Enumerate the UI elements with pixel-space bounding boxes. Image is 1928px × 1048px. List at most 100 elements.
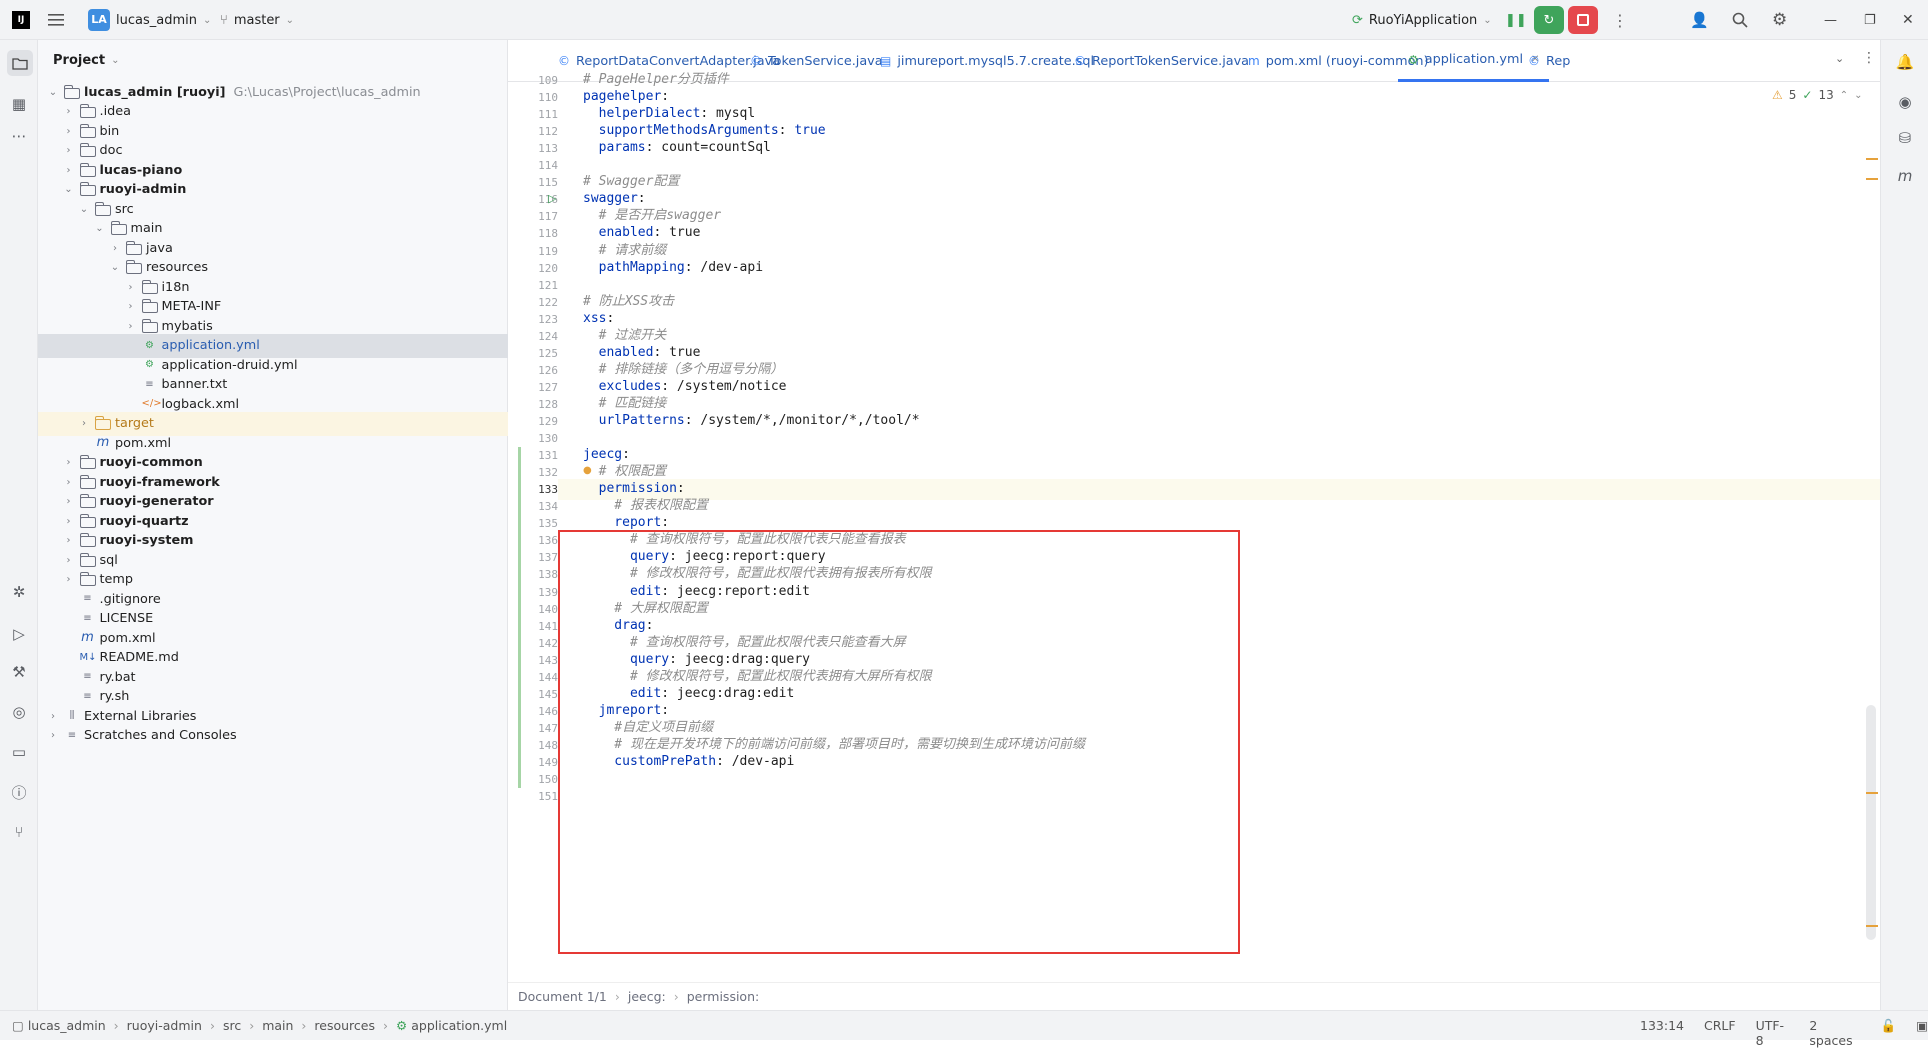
file-encoding[interactable]: UTF-8 [1756,1018,1790,1048]
settings-gear-icon[interactable]: ⚙ [1772,0,1787,40]
breadcrumb-permission[interactable]: permission: [687,989,759,1004]
path-crumb[interactable]: lucas_admin [28,1018,106,1033]
minimize-icon[interactable]: — [1824,0,1837,40]
chevron-right-icon[interactable]: › [62,516,76,527]
text-file-icon: ≡ [83,593,92,604]
project-panel-header[interactable]: Project ⌄ [38,40,508,80]
branch-switcher[interactable]: ⑂ master ⌄ [220,0,294,40]
path-crumb[interactable]: application.yml [411,1018,507,1033]
services-tool-icon[interactable]: ◎ [7,700,31,724]
search-icon[interactable] [1732,0,1748,40]
more-actions-icon[interactable]: ⋮ [1612,0,1628,40]
main-menu-icon[interactable] [48,0,64,40]
chevron-down-icon[interactable]: ⌄ [62,184,76,195]
tree-item-label: doc [99,143,123,158]
database-tool-icon[interactable]: ⛁ [1893,126,1917,150]
path-crumb[interactable]: main [262,1018,293,1033]
chevron-right-icon[interactable]: › [62,457,76,468]
notifications-icon[interactable]: 🔔 [1893,50,1917,74]
code-line[interactable]: urlPatterns: /system/*,/monitor/*,/tool/… [583,410,920,431]
chevron-down-icon[interactable]: ⌄ [93,223,107,234]
memory-indicator-icon[interactable]: ▣ [1916,1018,1928,1048]
markdown-file-icon: M↓ [79,651,97,663]
stop-button[interactable] [1568,0,1598,40]
git-tool-icon[interactable]: ⑂ [7,820,31,844]
scroll-marker [1866,158,1878,160]
line-number: 113 [538,142,558,156]
chevron-down-icon[interactable]: ⌄ [46,87,60,98]
debug-tool-icon[interactable]: ✲ [7,580,31,604]
add-user-icon[interactable]: 👤 [1690,0,1709,40]
file-type-icon: © [1074,54,1086,68]
line-number: 129 [538,415,558,428]
run-tool-icon[interactable]: ▷ [7,622,31,646]
path-crumb[interactable]: resources [314,1018,375,1033]
path-crumb[interactable]: ruoyi-admin [127,1018,202,1033]
chevron-down-icon[interactable]: ⌄ [77,204,91,215]
line-number: 109 [538,74,558,87]
run-gutter-icon[interactable]: ▷ [548,192,556,205]
tabs-dropdown-icon[interactable]: ⌄ [1835,52,1844,65]
intention-bulb-icon[interactable]: ● [583,465,592,476]
maximize-icon[interactable]: ❐ [1864,0,1876,40]
tabs-more-icon[interactable]: ⋮ [1862,50,1876,66]
caret-position[interactable]: 133:14 [1640,1018,1684,1048]
indent-setting[interactable]: 2 spaces [1809,1018,1860,1048]
tab-file[interactable]: © Rep [1518,40,1580,82]
chevron-right-icon[interactable]: › [62,126,76,137]
editor-scrollbar[interactable] [1866,705,1876,940]
vcs-change-marker[interactable] [518,447,521,789]
chevron-right-icon[interactable]: › [62,574,76,585]
code-token: : /system/notice [661,378,787,394]
close-window-icon[interactable]: ✕ [1902,0,1914,40]
debug-button[interactable]: ❚❚ [1505,0,1527,40]
breadcrumb-jeecg[interactable]: jeecg: [628,989,666,1004]
line-number: 136 [538,534,558,548]
project-switcher[interactable]: LA lucas_admin ⌄ [88,0,211,40]
path-crumb[interactable]: src [223,1018,241,1033]
maven-tool-icon[interactable]: m [1893,164,1917,188]
tree-item-label: i18n [161,279,190,295]
line-number: 127 [538,380,558,394]
highlight-box [558,530,1240,954]
chevron-right-icon[interactable]: › [46,730,60,741]
chevron-right-icon[interactable]: › [62,106,76,117]
chevron-right-icon[interactable]: › [124,301,138,312]
ai-assistant-icon[interactable]: ◉ [1893,90,1917,114]
chevron-right-icon[interactable]: › [46,711,60,722]
line-number: 123 [538,312,558,326]
tree-item[interactable]: › ≡ Scratches and Consoles [38,724,508,748]
chevron-right-icon[interactable]: › [62,145,76,156]
module-folder-icon [79,474,96,489]
tree-item-label: pom.xml [99,630,156,646]
lock-icon[interactable]: 🔓 [1881,1018,1897,1048]
run-config-selector[interactable]: ⟳ RuoYiApplication ⌄ [1352,0,1492,40]
tree-item-label: lucas_admin [ruoyi] [84,84,226,100]
navigation-bar: ▢ lucas_admin › ruoyi-admin › src › main › resour… [12,1018,507,1033]
line-ending[interactable]: CRLF [1704,1018,1736,1048]
chevron-right-icon[interactable]: › [62,535,76,546]
chevron-right-icon[interactable]: › [124,282,138,293]
build-tool-icon[interactable]: ⚒ [7,660,31,684]
chevron-right-icon[interactable]: › [124,321,138,332]
chevron-right-icon[interactable]: › [62,496,76,507]
project-tool-icon[interactable] [7,50,33,76]
terminal-tool-icon[interactable]: ▭ [7,740,31,764]
line-number: 112 [538,125,558,139]
code-line[interactable]: params: count=countSql [583,137,771,158]
inspection-widget[interactable]: ⚠ 5 ✓ 13 ⌃ ⌄ [1772,88,1863,102]
more-tools-icon[interactable]: ⋯ [7,124,31,148]
structure-tool-icon[interactable]: ▦ [7,92,31,116]
code-line[interactable]: pathMapping: /dev-api [583,257,763,278]
tab-file[interactable]: © ReportTokenService.java [1064,40,1259,82]
tree-item-label: README.md [99,650,179,665]
chevron-right-icon[interactable]: › [62,555,76,566]
chevron-right-icon[interactable]: › [77,418,91,429]
rerun-button[interactable]: ↻ [1534,0,1564,40]
chevron-down-icon[interactable]: ⌄ [108,262,122,273]
chevron-right-icon[interactable]: › [108,243,122,254]
chevron-right-icon[interactable]: › [62,477,76,488]
problems-tool-icon[interactable]: ⓘ [7,780,31,804]
code-token: params [583,140,646,156]
chevron-right-icon[interactable]: › [62,165,76,176]
